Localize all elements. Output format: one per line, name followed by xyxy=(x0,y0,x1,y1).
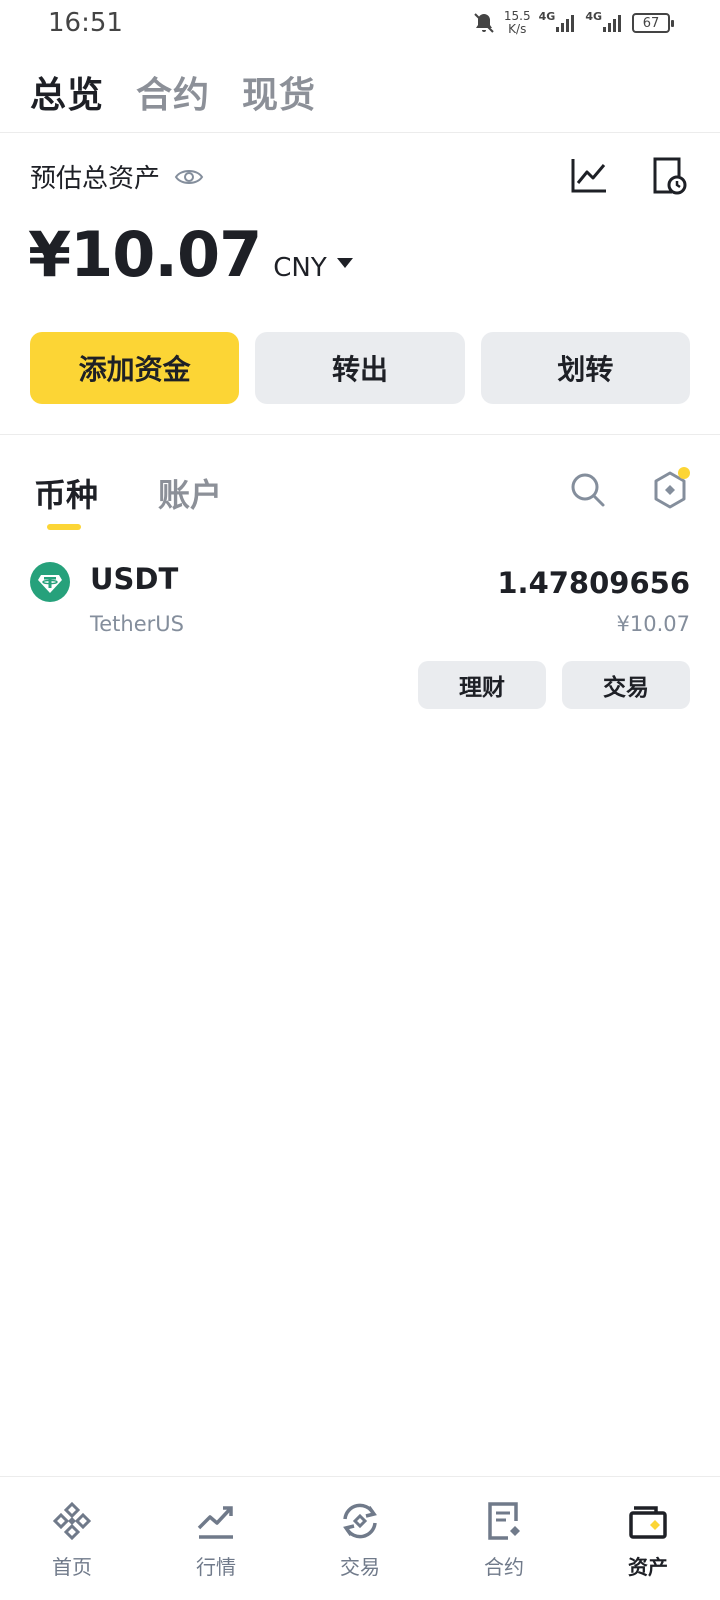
tab-spot[interactable]: 现货 xyxy=(242,66,316,118)
binance-logo-icon xyxy=(52,1501,92,1541)
futures-doc-icon xyxy=(488,1502,520,1540)
tab-overview[interactable]: 总览 xyxy=(30,66,104,118)
bell-muted-icon xyxy=(474,13,494,33)
status-icons: 15.5 K/s 4G 4G 67 xyxy=(472,8,674,38)
trade-button[interactable]: 交易 xyxy=(562,661,690,709)
signal-1-label: 4G xyxy=(538,9,556,23)
nav-home[interactable]: 首页 xyxy=(0,1477,144,1600)
battery-icon: 67 xyxy=(632,13,674,33)
nav-trade[interactable]: 交易 xyxy=(288,1477,432,1600)
divider xyxy=(0,132,720,133)
market-trend-icon xyxy=(197,1506,233,1539)
wallet-icon xyxy=(629,1506,667,1539)
currency-selector[interactable]: CNY xyxy=(273,253,327,283)
total-amount: ¥10.07 xyxy=(28,218,262,291)
estimated-assets-label: 预估总资产 xyxy=(30,164,161,194)
tether-symbol-icon xyxy=(38,575,62,593)
signal-bars-icon xyxy=(556,15,575,32)
tether-logo-icon xyxy=(30,562,70,602)
history-clock-icon[interactable] xyxy=(650,156,688,196)
bottom-nav: 首页 行情 交易 合约 资产 xyxy=(0,1476,720,1600)
nav-label: 合约 xyxy=(484,1555,524,1579)
earn-button[interactable]: 理财 xyxy=(418,661,546,709)
total-amount-row: ¥10.07 CNY xyxy=(28,218,353,291)
status-time: 16:51 xyxy=(48,8,123,38)
caret-down-icon[interactable] xyxy=(336,258,353,268)
withdraw-button[interactable]: 转出 xyxy=(255,332,465,404)
coin-amount: 1.47809656 xyxy=(497,566,690,600)
nav-label: 首页 xyxy=(52,1555,92,1579)
nav-futures[interactable]: 合约 xyxy=(432,1477,576,1600)
action-buttons: 添加资金 转出 划转 xyxy=(30,332,690,404)
signal-2-label: 4G xyxy=(585,9,602,23)
active-tab-indicator xyxy=(47,524,81,530)
trade-swap-icon xyxy=(343,1503,377,1539)
search-icon[interactable] xyxy=(570,472,606,508)
tab-accounts[interactable]: 账户 xyxy=(158,470,222,516)
coin-symbol[interactable]: USDT xyxy=(90,562,178,596)
tab-coins[interactable]: 币种 xyxy=(34,470,98,516)
status-bar: 16:51 15.5 K/s 4G 4G 67 xyxy=(0,0,720,46)
coin-name: TetherUS xyxy=(90,612,184,636)
nav-label: 行情 xyxy=(196,1555,236,1579)
divider xyxy=(0,434,720,435)
nav-markets[interactable]: 行情 xyxy=(144,1477,288,1600)
transfer-button[interactable]: 划转 xyxy=(480,332,690,404)
nav-assets[interactable]: 资产 xyxy=(576,1477,720,1600)
nav-label: 资产 xyxy=(628,1555,668,1579)
coin-action-buttons: 理财 交易 xyxy=(418,661,690,709)
line-chart-icon[interactable] xyxy=(570,156,608,194)
estimated-assets-header: 预估总资产 xyxy=(30,158,204,195)
coin-value: ¥10.07 xyxy=(616,612,690,636)
asset-tabs: 币种 账户 xyxy=(34,470,222,516)
battery-level: 67 xyxy=(642,15,660,31)
network-speed: 15.5 K/s xyxy=(504,10,531,36)
add-funds-button[interactable]: 添加资金 xyxy=(30,332,240,404)
network-speed-unit: K/s xyxy=(508,22,527,36)
tab-futures[interactable]: 合约 xyxy=(136,66,210,118)
top-tabs: 总览 合约 现货 xyxy=(30,66,316,118)
signal-bars-icon xyxy=(603,15,621,32)
notification-dot xyxy=(678,467,690,479)
nav-label: 交易 xyxy=(340,1555,380,1579)
eye-icon[interactable] xyxy=(174,166,204,188)
